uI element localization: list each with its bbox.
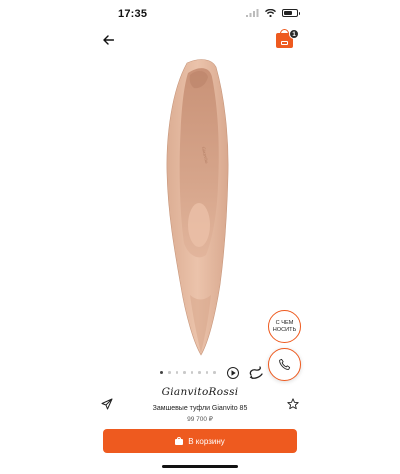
add-to-cart-label: В корзину <box>188 436 225 446</box>
call-button[interactable] <box>268 348 301 381</box>
product-screen: 17:35 1 Gianvito С ЧЕМ НОСИТЬ GianvitoRo… <box>0 0 400 474</box>
gallery-dot[interactable] <box>183 371 186 374</box>
gallery-dot[interactable] <box>190 371 193 374</box>
gallery-dot[interactable] <box>205 371 208 374</box>
share-icon[interactable] <box>101 398 113 410</box>
status-icons <box>246 9 300 17</box>
cart-button[interactable]: 1 <box>276 29 299 51</box>
phone-icon <box>279 358 291 370</box>
wifi-icon <box>265 9 276 17</box>
arrow-left-icon <box>102 35 114 45</box>
back-button[interactable] <box>98 30 118 50</box>
style-advice-button[interactable]: С ЧЕМ НОСИТЬ <box>268 310 301 343</box>
play-video-button[interactable] <box>227 367 239 379</box>
gallery-dot[interactable] <box>168 371 171 374</box>
play-icon <box>231 370 236 376</box>
360-rotate-icon[interactable] <box>248 366 264 380</box>
status-time: 17:35 <box>118 8 148 20</box>
status-bar: 17:35 <box>0 0 400 30</box>
signal-icon <box>246 9 259 17</box>
star-icon[interactable] <box>287 398 299 410</box>
gallery-dot[interactable] <box>160 371 163 374</box>
gallery-dot[interactable] <box>213 371 216 374</box>
add-to-cart-button[interactable]: В корзину <box>103 429 297 453</box>
product-image[interactable]: Gianvito <box>140 55 262 360</box>
style-advice-label: С ЧЕМ НОСИТЬ <box>272 319 297 333</box>
home-indicator <box>162 465 238 468</box>
product-name: Замшевые туфли Gianvito 85 <box>152 405 248 412</box>
gallery-dot[interactable] <box>175 371 178 374</box>
product-price: 99 700 ₽ <box>187 416 213 423</box>
brand-logo[interactable]: GianvitoRossi <box>120 386 280 398</box>
battery-icon <box>282 9 300 17</box>
gallery-dot[interactable] <box>198 371 201 374</box>
shopping-bag-icon <box>175 437 184 445</box>
gallery-pagination <box>160 371 216 374</box>
cart-badge: 1 <box>289 29 299 39</box>
